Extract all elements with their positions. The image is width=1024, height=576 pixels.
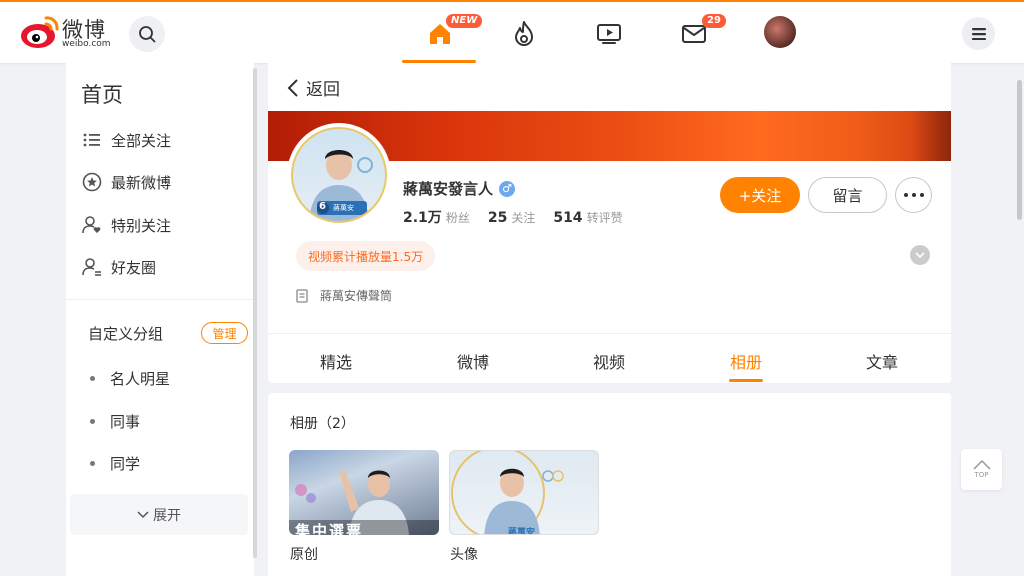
bullet-icon: [90, 461, 95, 466]
profile-card: 返回 6 蔣萬安 蔣萬安發言人 ♂ 2.1万 粉丝 25 关注 514 转评赞 …: [268, 63, 951, 383]
video-play-icon: [597, 24, 621, 44]
group-item-label: 同事: [110, 413, 141, 431]
followers-count: 2.1万: [403, 210, 442, 226]
logo-subtext: weibo.com: [62, 39, 111, 49]
manage-groups-button[interactable]: 管理: [201, 322, 248, 344]
search-button[interactable]: [129, 16, 165, 52]
following-count: 25: [487, 210, 508, 226]
sidebar-scrollbar[interactable]: [253, 68, 257, 558]
avatar-number: 6: [319, 201, 326, 212]
search-icon: [139, 26, 156, 43]
expand-label: 展开: [153, 507, 181, 524]
top-navigation-bar: 微博 weibo.com NEW 29: [0, 0, 1024, 63]
user-avatar[interactable]: [764, 16, 796, 48]
tab-featured[interactable]: 精选: [306, 349, 366, 373]
sidebar-divider: [66, 299, 254, 300]
album-thumb-original[interactable]: 集中選票: [289, 450, 439, 535]
thumb-overlay-text: 蔣萬安: [508, 528, 536, 535]
user-group-icon: [82, 257, 102, 277]
group-item-label: 同学: [110, 455, 141, 473]
avatar-photo-icon: [451, 451, 564, 534]
tab-weibo[interactable]: 微博: [443, 349, 503, 373]
user-heart-icon: [82, 215, 102, 235]
group-item-label: 名人明星: [110, 370, 171, 388]
banner-shade: [911, 111, 951, 161]
sidebar-item-label: 最新微博: [111, 173, 172, 192]
profile-stats: 2.1万 粉丝 25 关注 514 转评赞: [403, 207, 641, 227]
tabs-divider: [268, 333, 951, 334]
chevron-up-icon: [972, 460, 991, 470]
sidebar-item-label: 好友圈: [111, 258, 157, 277]
likes-count: 514: [553, 210, 583, 226]
profile-avatar[interactable]: 6 蔣萬安: [287, 123, 391, 227]
star-circle-icon: [82, 172, 102, 192]
hamburger-icon: [971, 27, 986, 40]
album-title: 相册（2）: [290, 416, 355, 432]
profile-avatar-image: 6 蔣萬安: [291, 127, 387, 223]
following-stat[interactable]: 25 关注: [488, 209, 536, 226]
list-icon: [82, 130, 102, 150]
male-icon: ♂: [499, 180, 516, 197]
more-options-button[interactable]: [895, 177, 932, 213]
sidebar-title: 首页: [81, 83, 123, 107]
profile-name-text: 蔣萬安發言人: [403, 180, 494, 198]
bullet-icon: [90, 419, 95, 424]
follow-button[interactable]: +关注: [720, 177, 800, 213]
left-sidebar: 首页 全部关注 最新微博 特别关注 好友圈 自定义分组 管理 名人明星 同事 同…: [66, 63, 254, 576]
sidebar-item-latest[interactable]: 最新微博: [82, 167, 171, 197]
sidebar-item-label: 特别关注: [111, 216, 172, 235]
more-dots-icon: [903, 193, 924, 197]
video-play-stat: 视频累计播放量1.5万: [296, 241, 436, 271]
chevron-down-icon: [915, 251, 925, 258]
avatar-name: 蔣萬安: [333, 204, 354, 212]
profile-name: 蔣萬安發言人 ♂: [403, 178, 516, 199]
message-count-badge: 29: [702, 14, 726, 28]
nav-hot[interactable]: [502, 14, 546, 54]
back-button[interactable]: 返回: [286, 75, 340, 100]
expand-profile-button[interactable]: [910, 245, 930, 265]
document-icon: [296, 288, 308, 303]
thumb-overlay-text: 集中選票: [295, 522, 364, 535]
page-scrollbar[interactable]: [1017, 80, 1022, 220]
followers-stat[interactable]: 2.1万 粉丝: [403, 207, 470, 227]
message-button[interactable]: 留言: [808, 177, 887, 213]
flame-icon: [515, 21, 533, 46]
back-to-top-label: TOP: [974, 471, 989, 479]
album-label-avatar[interactable]: 头像: [450, 544, 478, 564]
album-section: 相册（2） 集中選票 原创 蔣萬安 头像: [268, 393, 951, 576]
followers-label: 粉丝: [445, 211, 470, 225]
tab-articles[interactable]: 文章: [852, 349, 912, 373]
album-thumb-avatar[interactable]: 蔣萬安: [449, 450, 599, 535]
album-label-original[interactable]: 原创: [290, 544, 318, 564]
likes-stat: 514 转评赞: [553, 209, 622, 226]
weibo-eye-icon: [21, 16, 59, 48]
nav-video[interactable]: [587, 14, 631, 54]
sidebar-item-special[interactable]: 特别关注: [82, 210, 171, 240]
back-label: 返回: [306, 80, 340, 100]
back-to-top-button[interactable]: TOP: [961, 449, 1002, 490]
profile-description: 蔣萬安傳聲筒: [296, 287, 392, 304]
bullet-icon: [90, 376, 95, 381]
group-item[interactable]: 同事: [90, 411, 140, 432]
new-badge: NEW: [446, 14, 483, 28]
sidebar-item-label: 全部关注: [111, 131, 172, 150]
weibo-logo[interactable]: 微博 weibo.com: [20, 12, 120, 52]
sidebar-item-all-following[interactable]: 全部关注: [82, 125, 171, 155]
description-text: 蔣萬安傳聲筒: [320, 289, 393, 303]
sidebar-item-friends[interactable]: 好友圈: [82, 252, 156, 282]
active-tab-indicator: [729, 379, 763, 382]
mail-icon: [682, 25, 706, 43]
expand-button[interactable]: 展开: [70, 494, 248, 535]
chevron-left-icon: [287, 78, 298, 97]
chevron-down-icon: [137, 510, 149, 518]
menu-button[interactable]: [962, 17, 995, 50]
tab-album[interactable]: 相册: [716, 349, 776, 373]
likes-label: 转评赞: [586, 211, 623, 225]
tab-video[interactable]: 视频: [579, 349, 639, 373]
group-item[interactable]: 名人明星: [90, 368, 170, 389]
custom-group-title: 自定义分组: [88, 325, 164, 343]
following-label: 关注: [511, 211, 536, 225]
group-item[interactable]: 同学: [90, 453, 140, 474]
